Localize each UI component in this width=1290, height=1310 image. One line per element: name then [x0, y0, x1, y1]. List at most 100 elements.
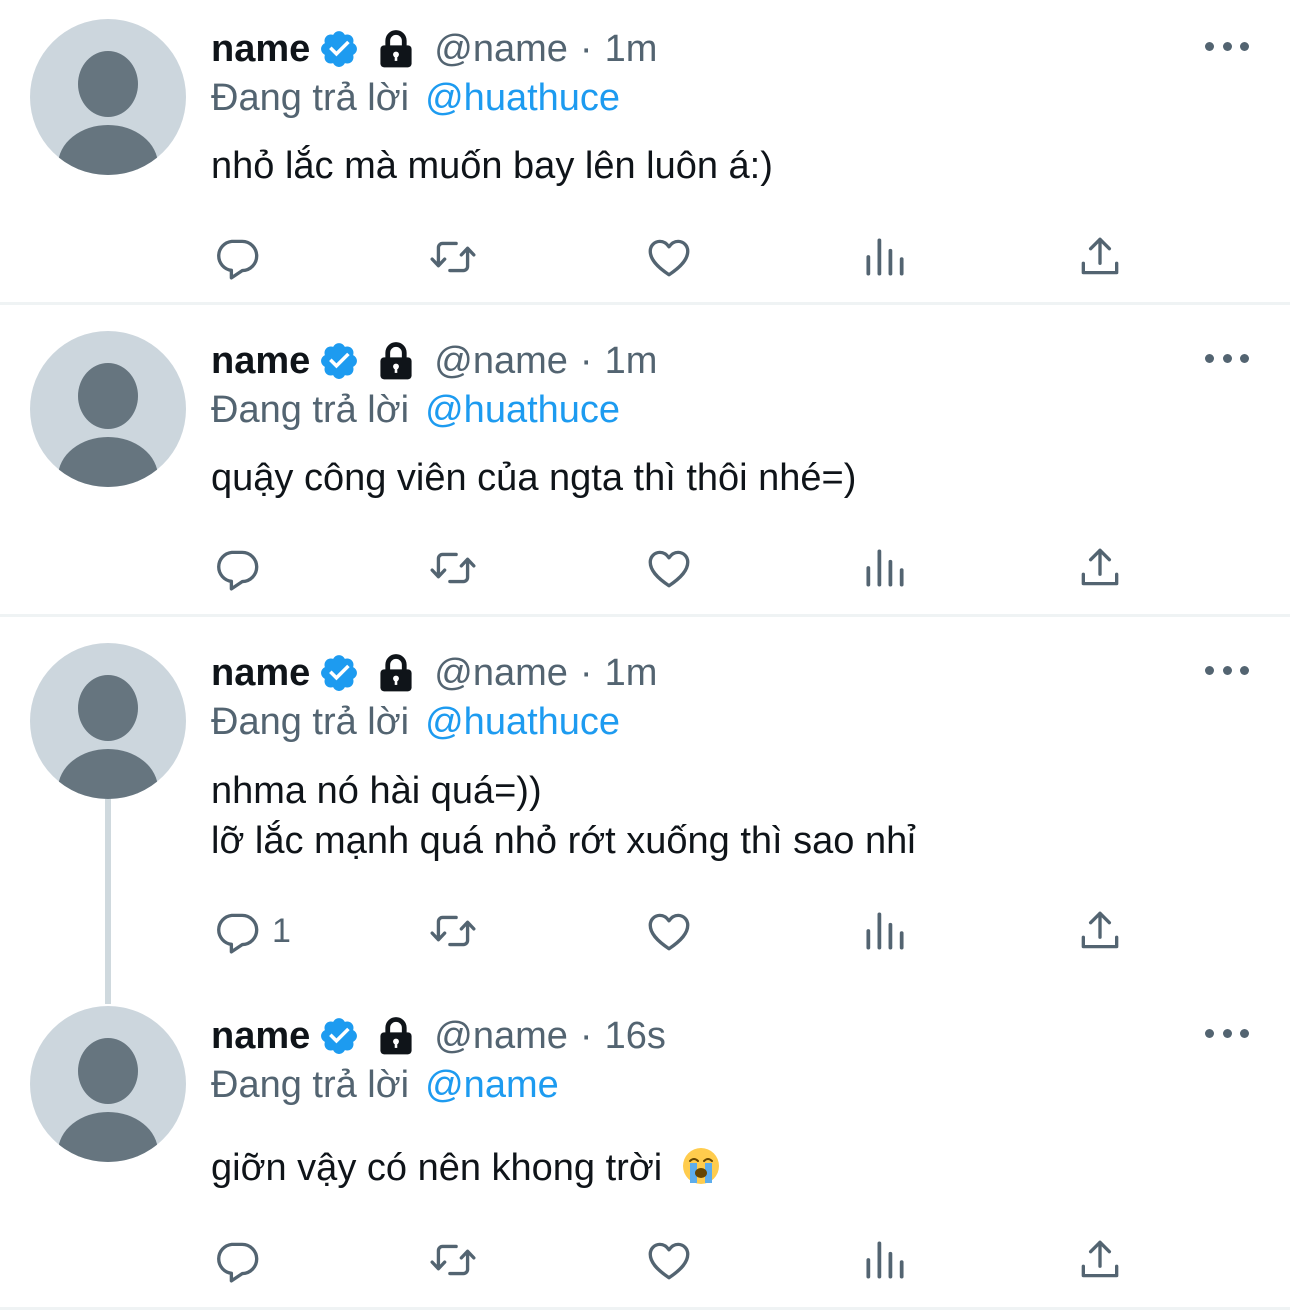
reply-icon	[217, 550, 259, 591]
replying-to: Đang trả lời @huathuce	[211, 74, 620, 122]
tweet-header: name @name · 1m	[211, 648, 657, 698]
mention-link[interactable]: @huathuce	[425, 77, 620, 120]
handle[interactable]: @name	[434, 1015, 568, 1058]
share-icon	[1081, 911, 1119, 949]
views-icon	[866, 912, 904, 950]
display-name[interactable]: name	[211, 1015, 310, 1058]
share-button[interactable]	[1075, 1235, 1125, 1285]
action-bar: 1	[0, 906, 1290, 956]
tweet-text: quậy công viên của ngta thì thôi nhé=)	[211, 453, 1231, 503]
display-name[interactable]: name	[211, 28, 310, 71]
replying-to-label: Đang trả lời	[211, 700, 410, 743]
action-bar	[0, 232, 1290, 282]
avatar[interactable]	[30, 643, 186, 799]
replying-to: Đang trả lời @huathuce	[211, 698, 620, 746]
replying-to: Đang trả lời @huathuce	[211, 386, 620, 434]
verified-badge-icon	[321, 343, 358, 379]
avatar[interactable]	[30, 1006, 186, 1162]
like-icon	[648, 550, 690, 588]
tweet-separator	[0, 302, 1290, 305]
thread-connector	[105, 794, 111, 1004]
tweet[interactable]: name @name · 1m Đang trả lời @huathuce q…	[0, 312, 1290, 617]
lock-icon	[380, 30, 412, 68]
tweet[interactable]: name @name · 16s Đang trả lời @name giỡn…	[0, 987, 1290, 1310]
handle[interactable]: @name	[434, 28, 568, 71]
tweet-text: giỡn vậy có nên khong trời	[211, 1143, 1231, 1193]
views-button[interactable]	[860, 543, 910, 593]
mention-link[interactable]: @huathuce	[425, 701, 620, 744]
replying-to-label: Đang trả lời	[211, 388, 410, 431]
display-name[interactable]: name	[211, 340, 310, 383]
mention-link[interactable]: @name	[425, 1064, 559, 1107]
handle[interactable]: @name	[434, 340, 568, 383]
more-icon[interactable]	[1205, 660, 1249, 680]
handle[interactable]: @name	[434, 652, 568, 695]
retweet-button[interactable]	[428, 1235, 478, 1285]
share-icon	[1081, 237, 1119, 275]
retweet-icon	[430, 241, 476, 273]
retweet-icon	[430, 552, 476, 584]
verified-badge-icon	[321, 655, 358, 691]
avatar[interactable]	[30, 331, 186, 487]
reply-button[interactable]: 1	[212, 906, 291, 956]
verified-badge-icon	[321, 31, 358, 67]
like-button[interactable]	[644, 906, 694, 956]
display-name[interactable]: name	[211, 652, 310, 695]
share-button[interactable]	[1075, 543, 1125, 593]
lock-icon	[380, 1017, 412, 1055]
reply-icon	[217, 1242, 259, 1283]
share-icon	[1081, 548, 1119, 586]
like-icon	[648, 913, 690, 951]
separator-dot: ·	[579, 1014, 593, 1057]
reply-icon	[217, 239, 259, 280]
more-icon[interactable]	[1205, 1023, 1249, 1043]
tweet-text-line: lỡ lắc mạnh quá nhỏ rớt xuống thì sao nh…	[211, 820, 916, 862]
more-icon[interactable]	[1205, 36, 1249, 56]
more-icon[interactable]	[1205, 348, 1249, 368]
tweet-text-line: nhma nó hài quá=))	[211, 770, 542, 812]
like-button[interactable]	[644, 1235, 694, 1285]
retweet-button[interactable]	[428, 232, 478, 282]
tweet-text-line: giỡn vậy có nên khong trời	[211, 1143, 1231, 1193]
tweet-text: nhỏ lắc mà muốn bay lên luôn á:)	[211, 141, 1231, 191]
reply-button[interactable]	[212, 543, 272, 593]
replying-to-label: Đang trả lời	[211, 1063, 410, 1106]
tweet-header: name @name · 1m	[211, 24, 657, 74]
views-icon	[866, 549, 904, 587]
tweet-header: name @name · 16s	[211, 1011, 666, 1061]
replying-to: Đang trả lời @name	[211, 1061, 559, 1109]
timestamp[interactable]: 1m	[605, 28, 658, 71]
tweet-text: nhma nó hài quá=)) lỡ lắc mạnh quá nhỏ r…	[211, 766, 1231, 866]
timestamp[interactable]: 1m	[605, 340, 658, 383]
like-button[interactable]	[644, 232, 694, 282]
reply-button[interactable]	[212, 232, 272, 282]
views-button[interactable]	[860, 232, 910, 282]
views-button[interactable]	[860, 1235, 910, 1285]
separator-dot: ·	[579, 339, 593, 382]
avatar[interactable]	[30, 19, 186, 175]
tweet-header: name @name · 1m	[211, 336, 657, 386]
lock-icon	[380, 654, 412, 692]
tweet[interactable]: name @name · 1m Đang trả lời @huathuce n…	[0, 0, 1290, 305]
timestamp[interactable]: 1m	[605, 652, 658, 695]
like-button[interactable]	[644, 543, 694, 593]
lock-icon	[380, 342, 412, 380]
mention-link[interactable]: @huathuce	[425, 389, 620, 432]
share-button[interactable]	[1075, 232, 1125, 282]
retweet-button[interactable]	[428, 543, 478, 593]
reply-icon	[217, 913, 259, 954]
tweet[interactable]: name @name · 1m Đang trả lời @huathuce n…	[0, 624, 1290, 1004]
views-button[interactable]	[860, 906, 910, 956]
like-icon	[648, 1242, 690, 1280]
tweet-separator	[0, 614, 1290, 617]
reply-button[interactable]	[212, 1235, 272, 1285]
tweet-text-content: giỡn vậy có nên khong trời	[211, 1147, 663, 1189]
timestamp[interactable]: 16s	[605, 1015, 666, 1058]
verified-badge-icon	[321, 1018, 358, 1054]
reply-count: 1	[272, 911, 291, 950]
replying-to-label: Đang trả lời	[211, 76, 410, 119]
retweet-icon	[430, 1244, 476, 1276]
share-button[interactable]	[1075, 906, 1125, 956]
action-bar	[0, 543, 1290, 593]
retweet-button[interactable]	[428, 906, 478, 956]
